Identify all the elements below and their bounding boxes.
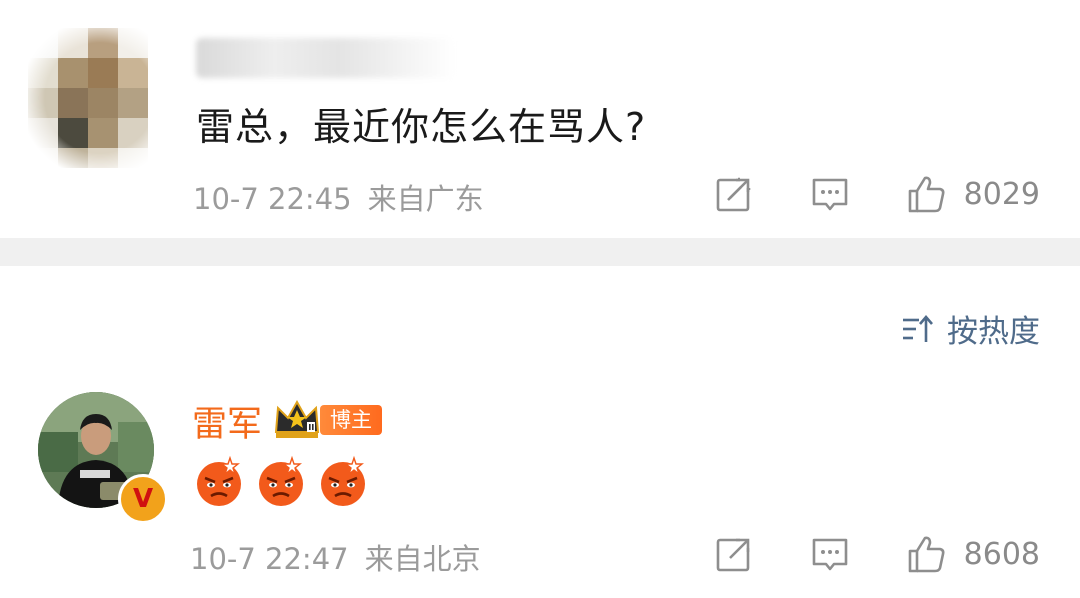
sort-icon[interactable] xyxy=(901,312,935,346)
angry-face-icon xyxy=(256,454,306,508)
reply-actions: 8608 xyxy=(714,532,1040,576)
comment-icon[interactable] xyxy=(810,534,850,574)
blurred-avatar[interactable] xyxy=(28,28,148,168)
comment-date: 10-7 22:45 xyxy=(193,182,352,216)
comment-meta: 10-7 22:45 来自广东 xyxy=(193,176,484,218)
section-divider xyxy=(0,238,1080,266)
reply-date: 10-7 22:47 xyxy=(190,542,349,576)
comment-card: 雷总，最近你怎么在骂人? 10-7 22:45 来自广东 8029 xyxy=(0,0,1080,238)
comment-icon[interactable] xyxy=(810,174,850,214)
reply-location: 来自北京 xyxy=(364,542,481,576)
angry-face-icon xyxy=(318,454,368,508)
reply-content xyxy=(194,454,380,508)
sort-toggle[interactable]: 按热度 xyxy=(901,306,1040,351)
crown-icon xyxy=(272,396,322,440)
share-icon[interactable] xyxy=(714,174,754,214)
thumbs-up-icon[interactable] xyxy=(906,534,946,574)
blurred-username[interactable] xyxy=(196,38,456,78)
angry-face-icon xyxy=(194,454,244,508)
like-button[interactable]: 8608 xyxy=(906,534,1040,574)
comment-location: 来自广东 xyxy=(367,182,484,216)
sort-label[interactable]: 按热度 xyxy=(947,306,1040,351)
like-count: 8029 xyxy=(963,176,1040,212)
host-badge: 博主 xyxy=(320,405,382,435)
reply-meta: 10-7 22:47 来自北京 xyxy=(190,536,481,578)
verified-badge: V xyxy=(118,474,168,524)
comment-actions: 8029 xyxy=(714,172,1040,216)
weibo-comment-page: 雷总，最近你怎么在骂人? 10-7 22:45 来自广东 8029 按热度 V … xyxy=(0,0,1080,598)
thumbs-up-icon[interactable] xyxy=(906,174,946,214)
like-count: 8608 xyxy=(963,536,1040,572)
like-button[interactable]: 8029 xyxy=(906,174,1040,214)
author-name[interactable]: 雷军 xyxy=(192,396,262,447)
comment-text: 雷总，最近你怎么在骂人? xyxy=(196,105,647,149)
share-icon[interactable] xyxy=(714,534,754,574)
